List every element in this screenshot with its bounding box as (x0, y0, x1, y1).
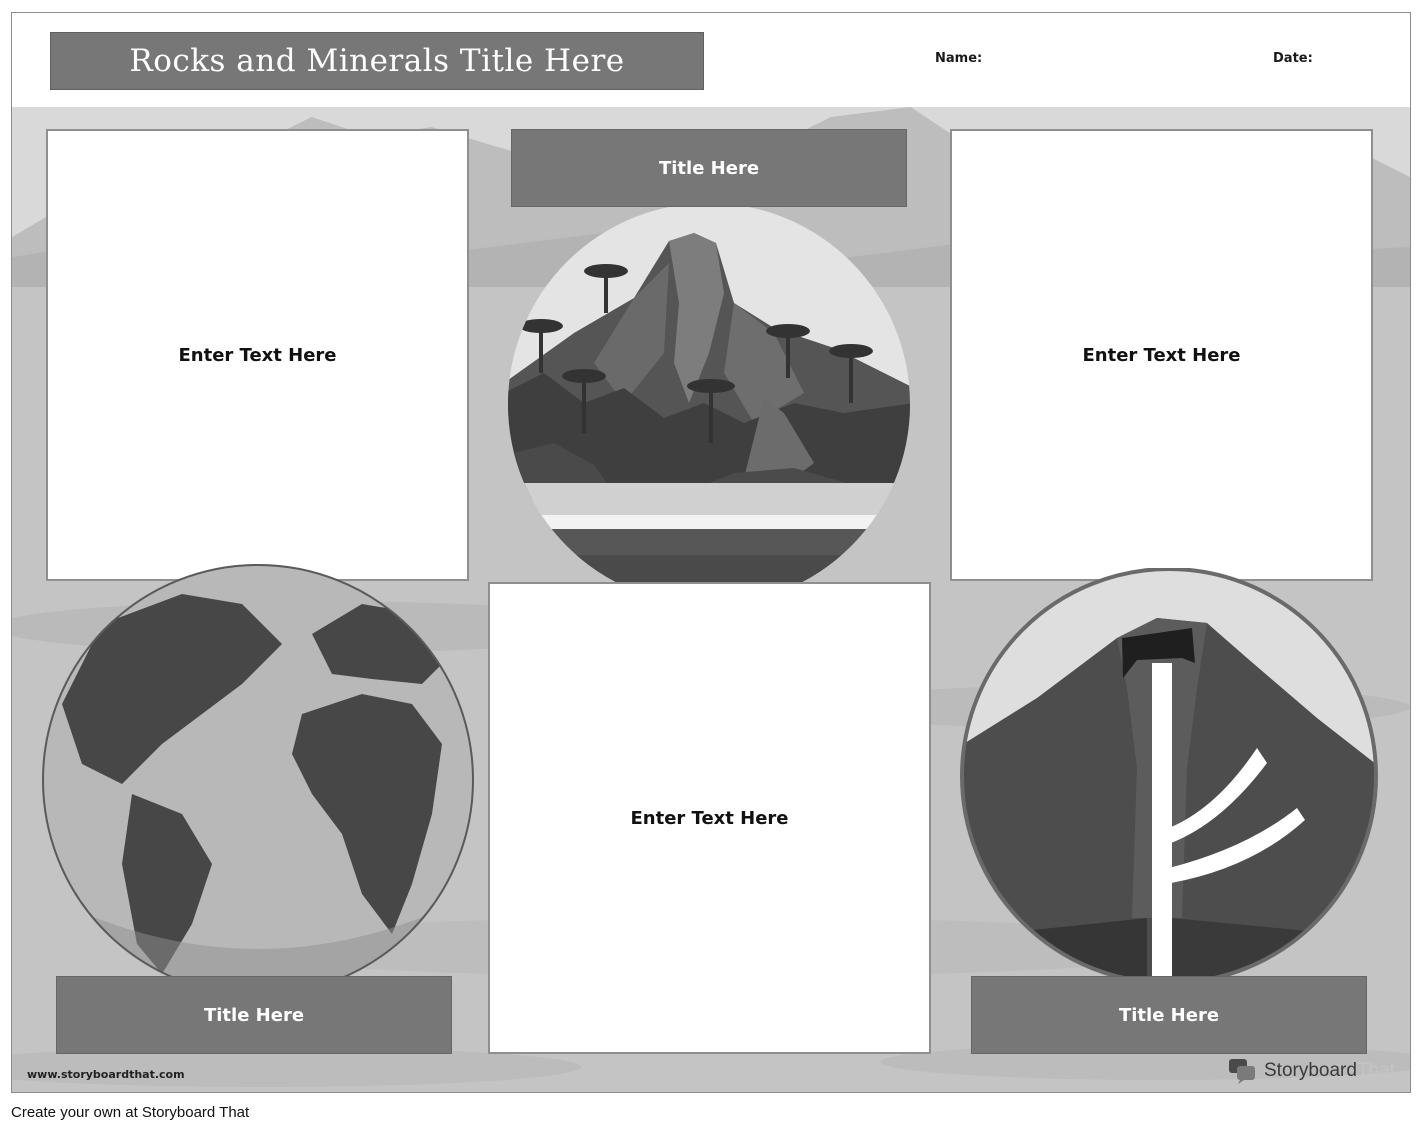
title-box-bottom-left[interactable]: Title Here (56, 976, 452, 1054)
text-panel-left[interactable]: Enter Text Here (46, 129, 469, 581)
storyboard-url[interactable]: www.storyboardthat.com (27, 1068, 185, 1081)
text-panel-right[interactable]: Enter Text Here (950, 129, 1373, 581)
header-band: Rocks and Minerals Title Here Name: Date… (12, 13, 1410, 107)
text-panel-center[interactable]: Enter Text Here (488, 582, 931, 1054)
speech-bubble-logo-icon (1229, 1059, 1255, 1084)
title-box-top[interactable]: Title Here (511, 129, 907, 207)
brand-name: StoryboardThat (1264, 1060, 1395, 1081)
volcano-cross-section-illustration (960, 568, 1378, 984)
volcanic-island-illustration (508, 203, 910, 605)
footer-create-text[interactable]: Create your own at Storyboard That (11, 1104, 249, 1121)
worksheet-title[interactable]: Rocks and Minerals Title Here (50, 32, 704, 90)
storyboardthat-brand[interactable]: StoryboardThat (1228, 1058, 1395, 1084)
worksheet: Rocks and Minerals Title Here Name: Date… (11, 12, 1411, 1093)
name-label: Name: (935, 51, 983, 66)
date-label: Date: (1273, 51, 1313, 66)
earth-globe-illustration (42, 564, 474, 996)
title-box-bottom-right[interactable]: Title Here (971, 976, 1367, 1054)
